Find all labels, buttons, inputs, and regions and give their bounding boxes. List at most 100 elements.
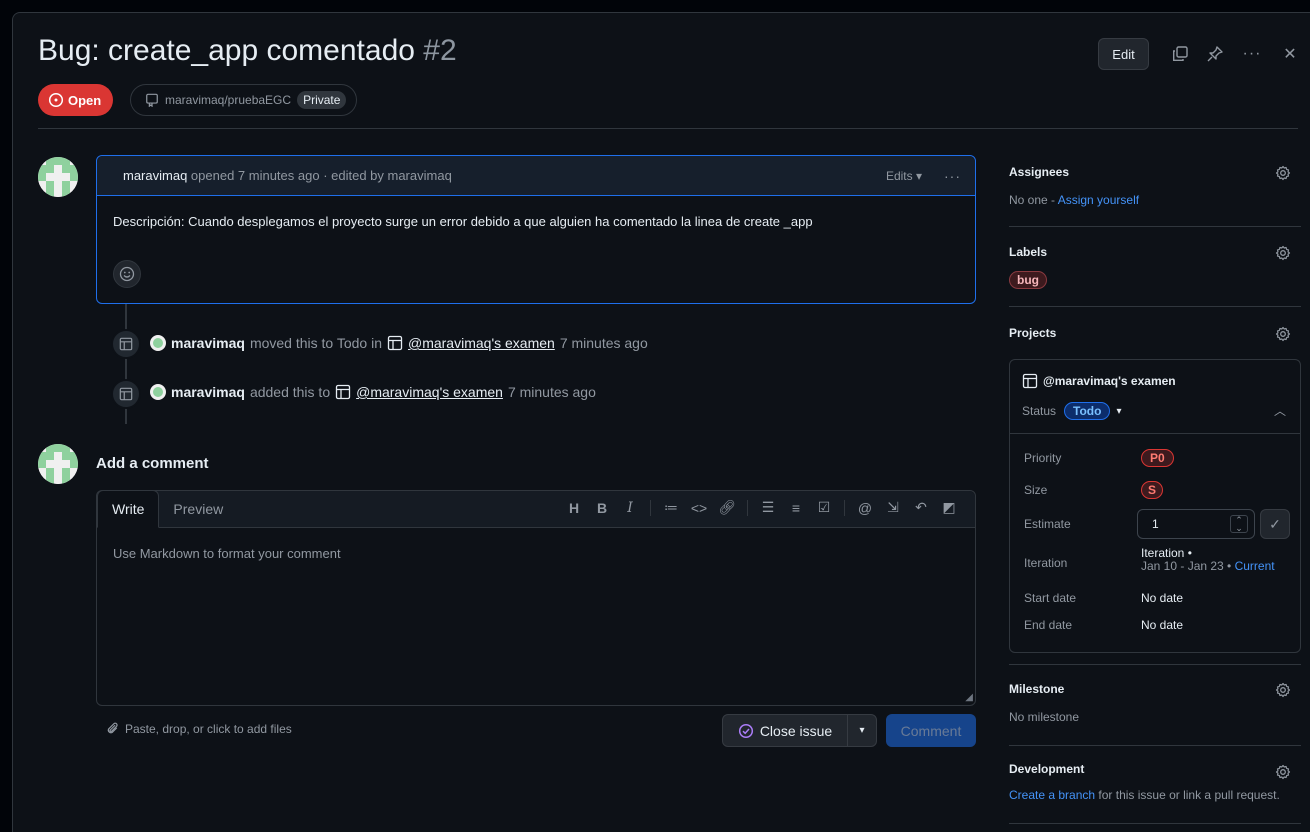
caret-down-icon: ▾ <box>915 168 922 183</box>
create-branch-link[interactable]: Create a branch <box>1009 788 1095 802</box>
attach-files[interactable]: Paste, drop, or click to add files <box>106 722 292 736</box>
labels-section: Labels bug <box>1009 245 1301 307</box>
task-list-icon[interactable]: ☑ <box>810 499 838 516</box>
status-pill: Todo <box>1064 402 1111 420</box>
add-reaction-button[interactable] <box>113 260 141 288</box>
status-field-label: Status <box>1022 404 1057 418</box>
labels-gear-icon[interactable] <box>1275 245 1291 264</box>
estimate-input[interactable]: 1 ⌃ ⌄ <box>1137 509 1255 539</box>
comment-more-icon[interactable]: ··· <box>944 168 961 184</box>
unordered-list-icon[interactable]: ☰ <box>754 499 782 516</box>
smiley-icon <box>119 266 135 282</box>
author-avatar[interactable] <box>38 157 78 197</box>
visibility-badge: Private <box>297 91 347 109</box>
projects-title[interactable]: Projects <box>1009 326 1301 340</box>
paperclip-icon <box>107 722 118 734</box>
repo-pill[interactable]: maravimaq/pruebaEGC Private <box>130 84 358 116</box>
start-date-value[interactable]: No date <box>1141 591 1183 605</box>
projects-gear-icon[interactable] <box>1275 326 1291 345</box>
milestone-title[interactable]: Milestone <box>1009 682 1301 696</box>
attach-hint: Paste, drop, or click to add files <box>125 722 292 736</box>
event-project-link[interactable]: @maravimaq's examen <box>356 384 503 400</box>
event-project-link[interactable]: @maravimaq's examen <box>408 335 555 351</box>
event-actor[interactable]: maravimaq <box>171 384 245 400</box>
priority-label: Priority <box>1024 451 1062 465</box>
projects-section: Projects <box>1009 326 1301 342</box>
labels-title[interactable]: Labels <box>1009 245 1301 259</box>
size-label: Size <box>1024 483 1048 497</box>
quote-icon[interactable]: ≔ <box>657 499 685 516</box>
link-icon[interactable]: 🔗︎ <box>713 499 741 516</box>
close-issue-dropdown[interactable]: ▾ <box>847 714 877 747</box>
chevron-up-icon[interactable]: ︿ <box>1274 402 1286 419</box>
development-gear-icon[interactable] <box>1275 764 1291 783</box>
project-event-icon <box>111 329 141 359</box>
project-link[interactable]: @maravimaq's examen <box>1022 373 1176 389</box>
comment-body: Descripción: Cuando desplegamos el proye… <box>113 214 813 229</box>
assign-yourself-link[interactable]: Assign yourself <box>1058 193 1139 207</box>
bold-icon[interactable]: B <box>588 500 616 516</box>
actor-avatar[interactable] <box>150 335 166 351</box>
comment-button[interactable]: Comment <box>886 714 976 747</box>
project-card: @maravimaq's examen Status Todo ▾ ︿ Prio… <box>1009 359 1301 653</box>
event-actor[interactable]: maravimaq <box>171 335 245 351</box>
development-title[interactable]: Development <box>1009 762 1301 776</box>
status-dropdown[interactable]: Todo ▾ <box>1064 402 1122 420</box>
assignees-title[interactable]: Assignees <box>1009 165 1301 179</box>
add-comment-heading: Add a comment <box>96 455 209 472</box>
project-event-icon <box>111 379 141 409</box>
pin-icon[interactable] <box>1203 42 1227 66</box>
resize-handle-icon[interactable]: ◢ <box>965 692 973 703</box>
event-time[interactable]: 7 minutes ago <box>508 384 596 400</box>
edit-button[interactable]: Edit <box>1098 38 1149 70</box>
tab-preview[interactable]: Preview <box>159 490 237 527</box>
event-action: moved this to Todo in <box>249 335 382 351</box>
priority-pill[interactable]: P0 <box>1141 449 1174 467</box>
actor-avatar[interactable] <box>150 384 166 400</box>
close-issue-button[interactable]: Close issue <box>722 714 848 747</box>
current-user-avatar[interactable] <box>38 444 78 484</box>
status-badge: Open <box>38 84 114 116</box>
edits-dropdown[interactable]: Edits ▾ <box>886 169 922 183</box>
comment-textarea[interactable]: Use Markdown to format your comment <box>97 528 975 579</box>
issue-title: Bug: create_app comentado #2 <box>38 34 457 67</box>
check-icon: ✓ <box>1269 515 1281 532</box>
event-action: added this to <box>249 384 331 400</box>
event-time[interactable]: 7 minutes ago <box>560 335 648 351</box>
development-section: Development Create a branch for this iss… <box>1009 762 1301 824</box>
mention-icon[interactable]: @ <box>851 500 879 516</box>
comment-header: maravimaq opened 7 minutes ago · edited … <box>97 156 975 196</box>
milestone-section: Milestone No milestone <box>1009 682 1301 746</box>
italic-icon[interactable]: I <box>616 500 644 516</box>
end-date-value[interactable]: No date <box>1141 618 1183 632</box>
close-icon[interactable]: ✕ <box>1278 42 1302 66</box>
ordered-list-icon[interactable]: ≡ <box>782 500 810 516</box>
label-bug[interactable]: bug <box>1009 271 1047 289</box>
markdown-toolbar: H B I ≔ <> 🔗︎ ☰ ≡ ☑ @ ⇲ ↶ ◩ <box>560 499 963 516</box>
assignees-gear-icon[interactable] <box>1275 165 1291 184</box>
code-icon[interactable]: <> <box>685 500 713 516</box>
timeline-event: maravimaq moved this to Todo in @maravim… <box>150 335 648 351</box>
check-circle-icon <box>738 723 753 738</box>
heading-icon[interactable]: H <box>560 500 588 516</box>
comment-author[interactable]: maravimaq <box>123 168 187 183</box>
more-options-icon[interactable]: ··· <box>1240 42 1264 66</box>
start-date-label: Start date <box>1024 591 1077 605</box>
card-divider <box>1010 433 1300 434</box>
iteration-value[interactable]: Iteration • Jan 10 - Jan 23 • Current <box>1141 547 1275 573</box>
iteration-current-link[interactable]: Current <box>1235 559 1275 573</box>
header-divider <box>38 128 1298 129</box>
cross-reference-icon[interactable]: ⇲ <box>879 499 907 516</box>
slash-commands-icon[interactable]: ◩ <box>935 499 963 516</box>
copy-link-icon[interactable] <box>1168 42 1192 66</box>
save-estimate-button[interactable]: ✓ <box>1260 509 1290 539</box>
end-date-label: End date <box>1024 618 1073 632</box>
tab-write[interactable]: Write <box>97 490 160 528</box>
milestone-gear-icon[interactable] <box>1275 682 1291 701</box>
size-pill[interactable]: S <box>1141 481 1164 499</box>
project-table-icon <box>1022 373 1038 389</box>
project-table-icon <box>387 335 403 351</box>
stepper-icon[interactable]: ⌃ ⌄ <box>1230 515 1248 533</box>
reply-icon[interactable]: ↶ <box>907 499 935 516</box>
repo-name: maravimaq/pruebaEGC <box>165 93 292 107</box>
